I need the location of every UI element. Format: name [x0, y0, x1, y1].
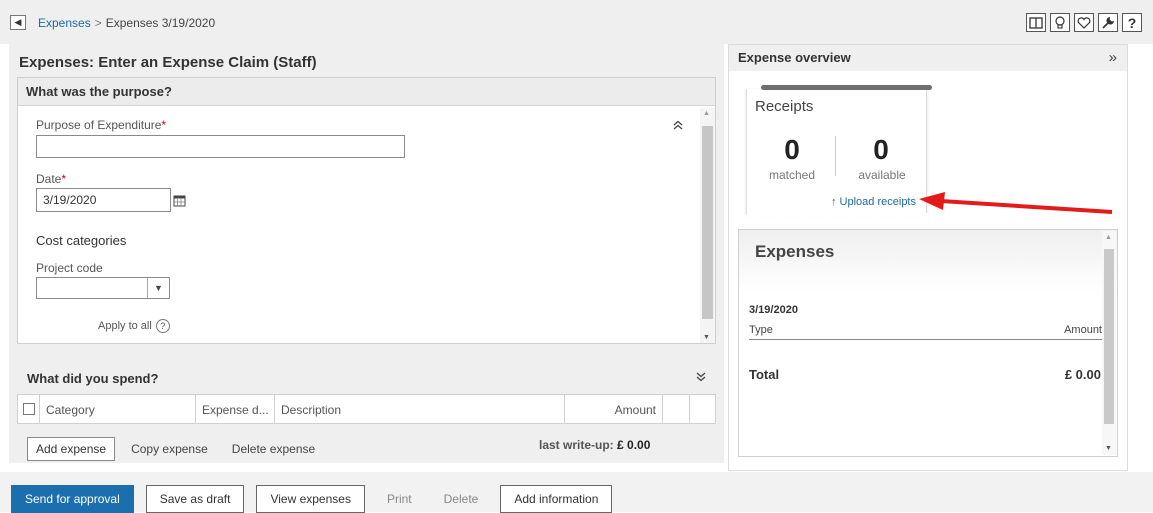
scrollbar-thumb[interactable]: [1104, 249, 1114, 424]
purpose-label-text: Purpose of Expenditure: [36, 118, 162, 132]
bottom-actions: Send for approval Save as draft View exp…: [11, 485, 613, 513]
delete-expense-button[interactable]: Delete expense: [232, 442, 315, 456]
purpose-section-header: What was the purpose?: [18, 78, 715, 106]
expenses-summary-date: 3/19/2020: [749, 304, 798, 316]
matched-label: matched: [768, 168, 816, 182]
spend-section-header: What did you spend?: [17, 364, 716, 392]
heart-icon[interactable]: [1074, 13, 1094, 32]
copy-expense-button[interactable]: Copy expense: [131, 442, 208, 456]
expand-panel-icon[interactable]: »: [1109, 49, 1117, 66]
available-label: available: [858, 168, 906, 182]
wrench-icon[interactable]: [1098, 13, 1118, 32]
receipts-divider: [835, 136, 836, 176]
expense-row-actions: Add expense Copy expense Delete expense: [27, 437, 315, 461]
amount-column-label: Amount: [1064, 324, 1102, 336]
purpose-section: What was the purpose? Purpose of Expendi…: [17, 77, 716, 344]
print-button[interactable]: Print: [377, 485, 422, 513]
column-extra-1: [663, 395, 690, 423]
expenses-summary-title: Expenses: [739, 230, 1117, 292]
breadcrumb-separator: >: [94, 16, 102, 30]
select-all-checkbox[interactable]: [23, 403, 35, 415]
scroll-down-icon[interactable]: ▼: [1105, 445, 1112, 452]
add-information-button[interactable]: Add information: [500, 485, 613, 513]
apply-to-all[interactable]: Apply to all?: [98, 319, 170, 333]
back-arrow-icon[interactable]: ◀: [10, 15, 26, 30]
help-icon[interactable]: ?: [1122, 13, 1142, 32]
required-mark: *: [161, 118, 167, 132]
total-label: Total: [749, 367, 780, 382]
scrollbar-thumb[interactable]: [702, 126, 713, 319]
toolbar-icons: ?: [1026, 13, 1142, 32]
delete-button[interactable]: Delete: [434, 485, 489, 513]
select-all-cell: [18, 395, 40, 423]
receipts-card: Receipts 0 matched 0 available ↑ Upload …: [746, 85, 932, 218]
receipt-zigzag-edge: [747, 213, 928, 218]
expense-overview-title: Expense overview: [738, 50, 851, 65]
expenses-summary-header-row: Type Amount: [749, 322, 1102, 340]
last-writeup-label: last write-up:: [539, 438, 614, 452]
column-description[interactable]: Description: [275, 395, 565, 423]
spend-table-header: Category Expense d... Description Amount: [17, 394, 716, 424]
date-label: Date*: [36, 172, 66, 186]
save-as-draft-button[interactable]: Save as draft: [145, 485, 245, 513]
column-amount[interactable]: Amount: [565, 395, 663, 423]
add-expense-button[interactable]: Add expense: [27, 437, 116, 461]
project-code-select[interactable]: ▼: [36, 277, 170, 299]
expenses-summary-card: Expenses 3/19/2020 Type Amount Total £ 0…: [738, 229, 1118, 457]
scroll-up-icon[interactable]: ▲: [1105, 234, 1112, 241]
expense-overview-panel: Expense overview » Receipts 0 matched 0 …: [728, 44, 1128, 471]
view-expenses-button[interactable]: View expenses: [256, 485, 365, 513]
apply-to-all-label: Apply to all: [98, 320, 152, 332]
last-writeup-value: £ 0.00: [617, 438, 651, 452]
calendar-icon[interactable]: [169, 189, 189, 211]
receipts-card-topbar: [761, 85, 932, 90]
send-for-approval-button[interactable]: Send for approval: [11, 485, 134, 513]
type-column-label: Type: [749, 324, 773, 336]
annotation-arrow-icon: [919, 192, 1113, 214]
breadcrumb: Expenses > Expenses 3/19/2020: [38, 16, 215, 30]
double-chevron-down-icon[interactable]: [696, 372, 706, 385]
lightbulb-icon[interactable]: [1050, 13, 1070, 32]
purpose-scrollbar[interactable]: ▲ ▼: [700, 108, 715, 343]
panel-layout-icon[interactable]: [1026, 13, 1046, 32]
purpose-label: Purpose of Expenditure*: [36, 118, 166, 132]
column-expense-date[interactable]: Expense d...: [196, 395, 275, 423]
page-title: Expenses: Enter an Expense Claim (Staff): [19, 54, 317, 71]
double-chevron-up-icon[interactable]: [673, 120, 683, 133]
expense-overview-header: Expense overview »: [729, 45, 1127, 71]
date-input[interactable]: 3/19/2020: [36, 188, 171, 212]
column-extra-2: [690, 395, 715, 423]
claim-form-panel: Expenses: Enter an Expense Claim (Staff)…: [9, 44, 724, 463]
upload-receipts-link[interactable]: ↑ Upload receipts: [831, 196, 916, 208]
cost-categories-title: Cost categories: [36, 233, 127, 248]
help-circle-icon[interactable]: ?: [155, 319, 170, 333]
last-writeup: last write-up: £ 0.00: [539, 438, 650, 452]
available-count: 0: [873, 134, 889, 165]
required-mark: *: [61, 172, 67, 186]
spend-section-title: What did you spend?: [27, 371, 159, 386]
scroll-down-icon[interactable]: ▼: [703, 334, 710, 341]
matched-count: 0: [784, 134, 800, 165]
purpose-input[interactable]: [36, 135, 405, 158]
scroll-up-icon[interactable]: ▲: [703, 110, 710, 117]
total-value: £ 0.00: [1064, 367, 1101, 382]
project-code-label: Project code: [36, 261, 103, 275]
top-bar: ◀ Expenses > Expenses 3/19/2020 ?: [0, 0, 1153, 44]
chevron-down-icon[interactable]: ▼: [147, 278, 169, 298]
breadcrumb-expenses-link[interactable]: Expenses: [38, 16, 91, 30]
breadcrumb-current: Expenses 3/19/2020: [105, 16, 216, 30]
column-category[interactable]: Category: [40, 395, 196, 423]
receipts-title: Receipts: [755, 98, 814, 115]
expenses-summary-scrollbar[interactable]: ▲ ▼: [1102, 231, 1116, 455]
date-label-text: Date: [36, 172, 62, 186]
